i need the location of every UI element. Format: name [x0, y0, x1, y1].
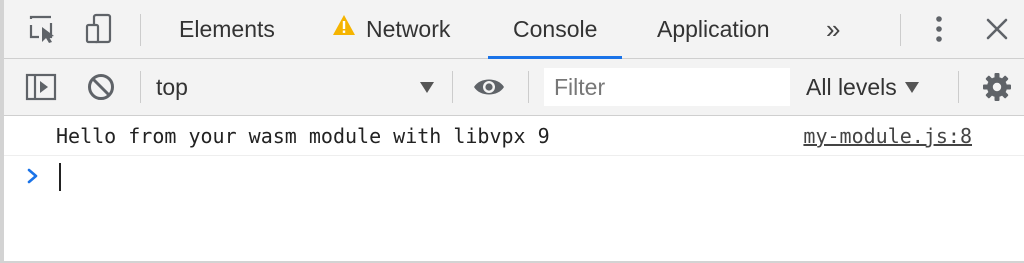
toolbar-divider [140, 71, 141, 103]
live-expression-eye-icon[interactable] [472, 70, 506, 104]
tab-network-label: Network [366, 16, 451, 42]
sidebar-toggle-icon[interactable] [24, 70, 58, 104]
tab-elements-label: Elements [179, 16, 275, 42]
toolbar-divider [958, 71, 959, 103]
filter-input[interactable] [544, 68, 790, 106]
toolbar-divider [528, 71, 529, 103]
context-selector[interactable]: top [144, 69, 444, 105]
inspect-element-icon[interactable] [26, 12, 60, 46]
settings-gear-icon[interactable] [980, 70, 1014, 104]
devtools-tabbar: Elements Network Console Application » [4, 0, 1024, 59]
console-message: Hello from your wasm module with libvpx … [4, 116, 1024, 156]
console-input[interactable] [56, 163, 996, 191]
prompt-chevron-icon [26, 167, 40, 190]
toolbar-divider [452, 71, 453, 103]
tab-elements[interactable]: Elements [179, 0, 275, 59]
chevron-down-icon [904, 81, 919, 93]
kebab-menu-icon[interactable] [922, 12, 956, 46]
tabbar-divider [900, 14, 901, 46]
tab-application[interactable]: Application [657, 0, 770, 59]
console-message-source-link[interactable]: my-module.js:8 [803, 116, 972, 156]
close-icon[interactable] [980, 12, 1014, 46]
context-selector-value: top [156, 74, 188, 100]
tab-application-label: Application [657, 16, 770, 42]
more-tabs-icon[interactable]: » [826, 0, 840, 59]
text-cursor [59, 163, 61, 191]
tab-console[interactable]: Console [488, 0, 623, 59]
tab-network[interactable]: Network [332, 0, 450, 59]
chevron-down-icon [420, 82, 434, 93]
device-toolbar-icon[interactable] [82, 12, 116, 46]
warning-icon [332, 0, 356, 58]
log-levels-label: All levels [806, 74, 897, 100]
devtools-window: Elements Network Console Application » t… [0, 0, 1024, 263]
console-message-text: Hello from your wasm module with libvpx … [56, 124, 550, 148]
console-toolbar: top All levels [4, 59, 1024, 116]
tabbar-divider [140, 14, 141, 46]
log-levels-dropdown[interactable]: All levels [806, 69, 919, 105]
more-tabs-label: » [826, 14, 841, 44]
tab-console-label: Console [513, 16, 598, 42]
clear-console-icon[interactable] [84, 70, 118, 104]
console-prompt[interactable] [4, 157, 1024, 197]
